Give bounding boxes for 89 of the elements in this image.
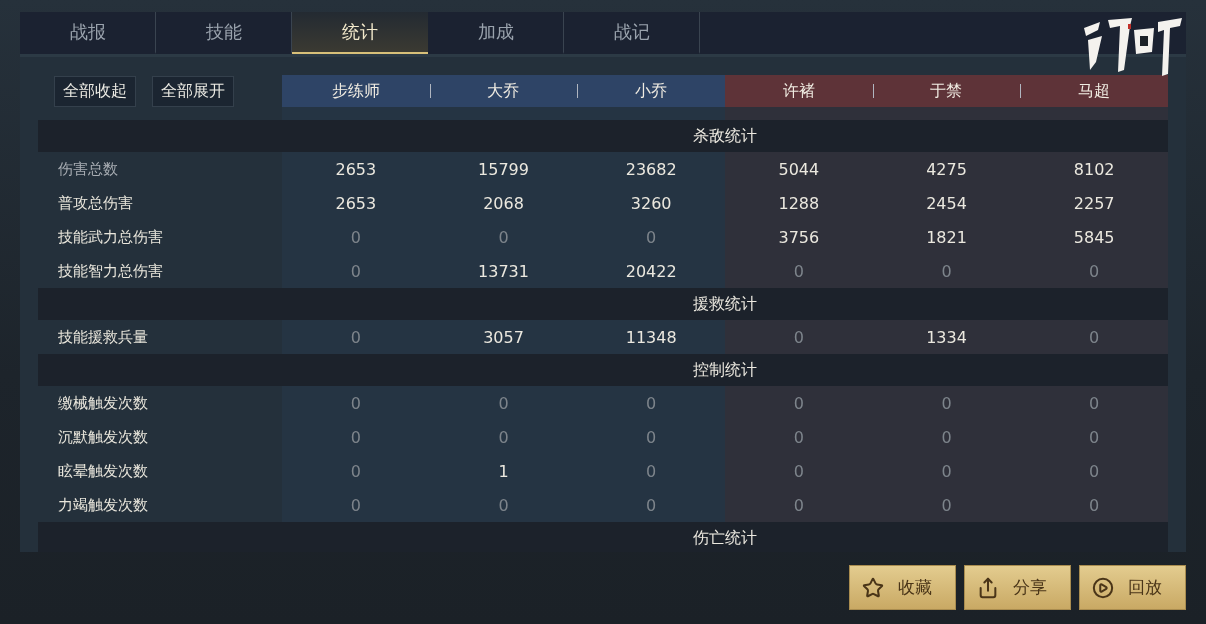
- action-button[interactable]: 回放: [1079, 565, 1186, 610]
- table-cell: 0: [282, 454, 430, 488]
- table-cell: 0: [725, 254, 873, 288]
- table-cell: 0: [872, 420, 1021, 454]
- table-cell: 0: [429, 488, 578, 522]
- table-cell: 11348: [577, 320, 725, 354]
- table-cell: 2653: [282, 152, 430, 186]
- hero-header: 许褚: [725, 75, 873, 107]
- table-cell: 0: [577, 220, 725, 254]
- table-cell: 3057: [429, 320, 578, 354]
- table-cell: 2068: [429, 186, 578, 220]
- tab[interactable]: 战报: [20, 12, 156, 54]
- table-cell: 0: [282, 488, 430, 522]
- hero-header: 大乔: [429, 75, 578, 107]
- hero-header: 马超: [1020, 75, 1168, 107]
- action-button[interactable]: 分享: [964, 565, 1071, 610]
- tab[interactable]: 战记: [564, 12, 700, 54]
- table-cell: 0: [725, 420, 873, 454]
- section-header[interactable]: 控制统计: [38, 354, 1168, 386]
- section-title: 援救统计: [692, 293, 758, 315]
- action-button[interactable]: 收藏: [849, 565, 956, 610]
- row-label: 技能武力总伤害: [57, 226, 164, 248]
- table-cell: 0: [282, 220, 430, 254]
- collapse-all-button[interactable]: 全部收起: [54, 75, 136, 107]
- table-cell: 0: [1020, 488, 1168, 522]
- table-cell: 0: [577, 386, 725, 420]
- table-cell: 0: [282, 320, 430, 354]
- table-cell: 2257: [1020, 186, 1168, 220]
- row-label: 伤害总数: [57, 158, 119, 180]
- table-cell: 20422: [577, 254, 725, 288]
- expand-all-button[interactable]: 全部展开: [152, 75, 234, 107]
- table-cell: 0: [429, 220, 578, 254]
- table-cell: 0: [872, 254, 1021, 288]
- table-cell: 0: [725, 320, 873, 354]
- table-cell: 2454: [872, 186, 1021, 220]
- table-cell: 5845: [1020, 220, 1168, 254]
- table-cell: 0: [577, 454, 725, 488]
- table-cell: 1821: [872, 220, 1021, 254]
- table-cell: 0: [725, 454, 873, 488]
- table-cell: 0: [282, 386, 430, 420]
- star-icon: [862, 576, 884, 599]
- table-cell: 15799: [429, 152, 578, 186]
- table-cell: 0: [725, 386, 873, 420]
- table-cell: 1: [429, 454, 578, 488]
- table-cell: 13731: [429, 254, 578, 288]
- table-cell: 0: [872, 454, 1021, 488]
- row-label: 技能智力总伤害: [57, 260, 164, 282]
- section-title: 伤亡统计: [692, 527, 758, 549]
- table-cell: 0: [577, 420, 725, 454]
- table-cell: 0: [1020, 386, 1168, 420]
- hero-header: 小乔: [577, 75, 725, 107]
- table-cell: 4275: [872, 152, 1021, 186]
- table-cell: 23682: [577, 152, 725, 186]
- table-cell: 0: [577, 488, 725, 522]
- share-icon: [977, 576, 999, 599]
- section-header[interactable]: 援救统计: [38, 288, 1168, 320]
- table-cell: 5044: [725, 152, 873, 186]
- table-cell: 0: [1020, 320, 1168, 354]
- section-header[interactable]: 杀敌统计: [38, 120, 1168, 152]
- table-cell: 1334: [872, 320, 1021, 354]
- row-label: 技能援救兵量: [57, 326, 149, 348]
- section-title: 杀敌统计: [692, 125, 758, 147]
- table-cell: 0: [1020, 420, 1168, 454]
- tab[interactable]: 加成: [428, 12, 564, 54]
- row-label: 沉默触发次数: [57, 426, 149, 448]
- play-icon: [1092, 576, 1114, 599]
- row-label: 眩晕触发次数: [57, 460, 149, 482]
- table-cell: 0: [282, 254, 430, 288]
- table-cell: 8102: [1020, 152, 1168, 186]
- section-title: 控制统计: [692, 359, 758, 381]
- table-cell: 3756: [725, 220, 873, 254]
- table-cell: 0: [429, 420, 578, 454]
- table-cell: 0: [429, 386, 578, 420]
- row-label: 缴械触发次数: [57, 392, 149, 414]
- table-cell: 0: [1020, 454, 1168, 488]
- table-cell: 0: [872, 488, 1021, 522]
- row-label: 普攻总伤害: [57, 192, 134, 214]
- table-cell: 3260: [577, 186, 725, 220]
- row-label: 力竭触发次数: [57, 494, 149, 516]
- tab[interactable]: 统计: [292, 12, 428, 54]
- table-cell: 0: [725, 488, 873, 522]
- table-cell: 0: [1020, 254, 1168, 288]
- hero-header: 步练师: [282, 75, 430, 107]
- table-cell: 1288: [725, 186, 873, 220]
- section-header[interactable]: 伤亡统计: [38, 522, 1168, 552]
- table-cell: 2653: [282, 186, 430, 220]
- table-cell: 0: [872, 386, 1021, 420]
- table-cell: 0: [282, 420, 430, 454]
- hero-header: 于禁: [872, 75, 1021, 107]
